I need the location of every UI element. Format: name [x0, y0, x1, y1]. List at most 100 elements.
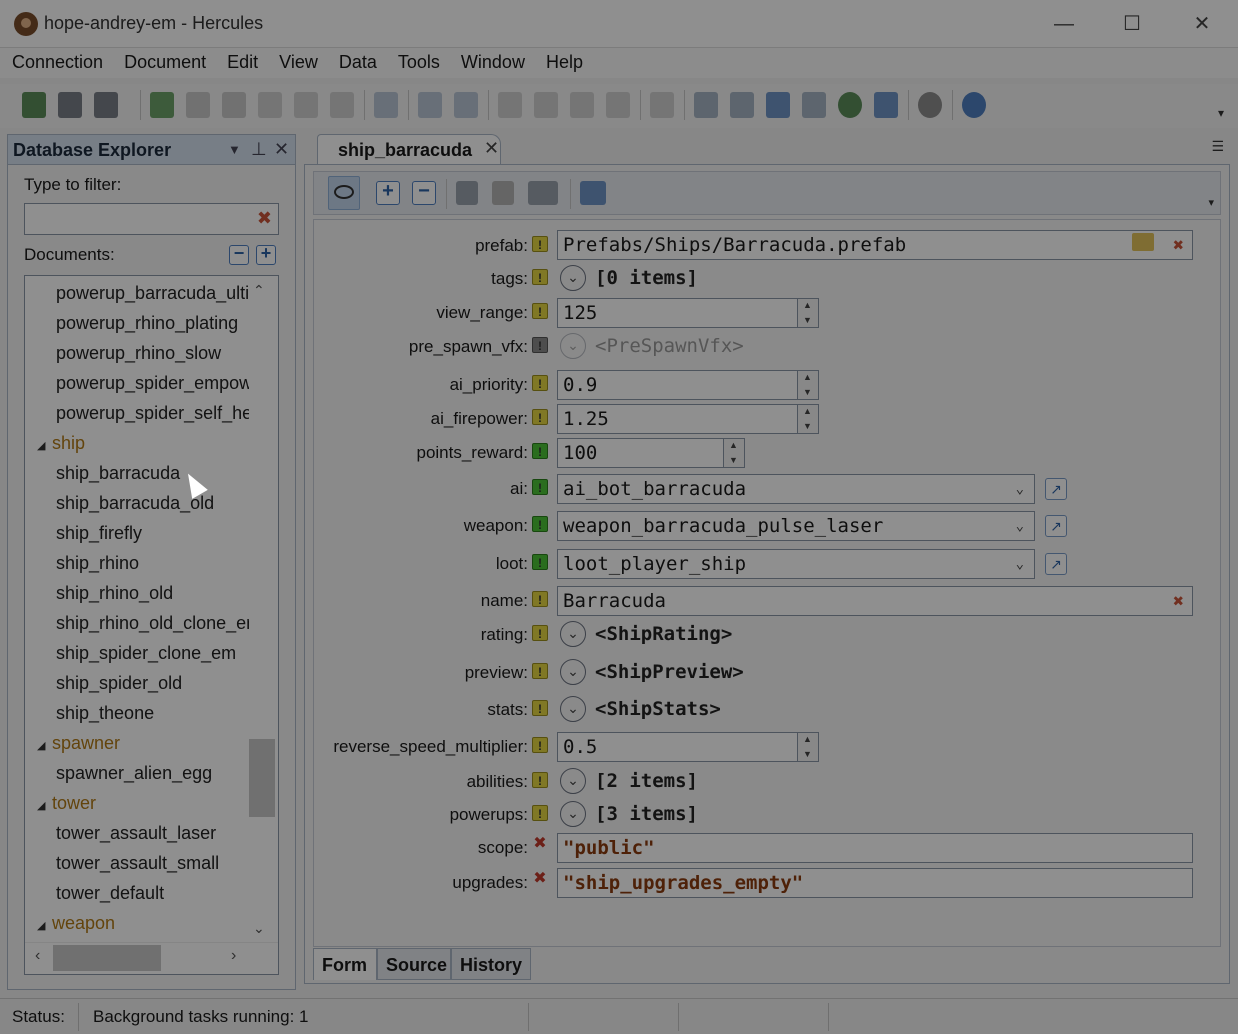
redo-icon[interactable]	[454, 92, 478, 118]
scroll-right-icon[interactable]: ›	[231, 947, 236, 965]
scroll-down-icon[interactable]: ⌄	[253, 920, 265, 937]
database-dropdown-icon[interactable]	[94, 92, 118, 118]
toolbar-overflow-icon[interactable]: ▾	[1218, 106, 1224, 120]
tree-item[interactable]: ship_firefly	[56, 518, 249, 548]
ai-firepower-input[interactable]: 1.25	[557, 404, 798, 434]
paste-icon[interactable]	[570, 92, 594, 118]
tree-item[interactable]: tower_assault_small	[56, 848, 249, 878]
scroll-up-icon[interactable]: ⌃	[253, 282, 265, 299]
menu-help[interactable]: Help	[537, 48, 592, 76]
close-button[interactable]: ✕	[1182, 8, 1222, 40]
collapse-button[interactable]: −	[412, 181, 436, 205]
delete-icon[interactable]	[606, 92, 630, 118]
undo-icon[interactable]	[418, 92, 442, 118]
tree-item[interactable]: ship_rhino	[56, 548, 249, 578]
tab-ship-barracuda[interactable]: ship_barracuda ✕	[317, 134, 501, 166]
clear-filter-icon[interactable]: ✖	[257, 208, 272, 229]
open-link-icon[interactable]: ↗	[1045, 515, 1067, 537]
tree-group-ship[interactable]: ◢ ship	[37, 428, 85, 458]
cut-icon[interactable]	[498, 92, 522, 118]
expand-triangle-icon[interactable]: ◢	[37, 731, 52, 758]
document-move-icon[interactable]	[294, 92, 318, 118]
expand-triangle-icon[interactable]: ◢	[37, 911, 52, 938]
chevron-down-icon[interactable]: ⌄	[560, 768, 586, 794]
scope-field[interactable]: "public"	[557, 833, 1193, 863]
tab-close-icon[interactable]: ✕	[484, 138, 499, 159]
table-icon[interactable]	[766, 92, 790, 118]
menu-document[interactable]: Document	[115, 48, 215, 76]
find-icon[interactable]	[650, 92, 674, 118]
reverse-speed-multiplier-stepper[interactable]	[797, 732, 819, 762]
expand-button[interactable]: +	[376, 181, 400, 205]
tab-form[interactable]: Form	[313, 948, 377, 980]
tree-item[interactable]: powerup_rhino_slow	[56, 338, 249, 368]
loot-select[interactable]: loot_player_ship ⌄	[557, 549, 1035, 579]
menu-edit[interactable]: Edit	[218, 48, 267, 76]
panel-menu-icon[interactable]: ▼	[228, 142, 241, 157]
menu-data[interactable]: Data	[330, 48, 386, 76]
compare-icon[interactable]	[694, 92, 718, 118]
menu-window[interactable]: Window	[452, 48, 534, 76]
menu-view[interactable]: View	[270, 48, 327, 76]
ai-priority-stepper[interactable]	[797, 370, 819, 400]
tree-item[interactable]: ship_theone	[56, 698, 249, 728]
layout-dropdown-icon[interactable]	[528, 181, 558, 205]
reverse-speed-multiplier-input[interactable]: 0.5	[557, 732, 798, 762]
view-range-input[interactable]: 125	[557, 298, 798, 328]
tab-list-icon[interactable]: ☰	[1211, 138, 1224, 155]
filter-input[interactable]: ✖	[24, 203, 279, 235]
view-mode-button[interactable]	[328, 176, 360, 210]
scrollbar-thumb[interactable]	[249, 739, 275, 817]
clear-icon[interactable]: ✖	[1173, 232, 1184, 259]
tree-item[interactable]: tower_assault_laser	[56, 818, 249, 848]
open-link-icon[interactable]: ↗	[1045, 553, 1067, 575]
expand-triangle-icon[interactable]: ◢	[37, 431, 52, 458]
panel-close-icon[interactable]: ✕	[274, 139, 289, 160]
export-icon[interactable]	[874, 92, 898, 118]
chevron-down-icon[interactable]: ⌄	[560, 801, 586, 827]
tree-item[interactable]: ship_rhino_old_clone_en	[56, 608, 249, 638]
view-range-stepper[interactable]	[797, 298, 819, 328]
save-all-icon[interactable]	[222, 92, 246, 118]
tree-group-spawner[interactable]: ◢ spawner	[37, 728, 120, 758]
tree-item[interactable]: ship_spider_clone_em	[56, 638, 249, 668]
refresh-icon[interactable]	[374, 92, 398, 118]
database-icon[interactable]	[58, 92, 82, 118]
open-link-icon[interactable]: ↗	[1045, 478, 1067, 500]
tab-history[interactable]: History	[451, 948, 531, 980]
folder-icon[interactable]	[1132, 233, 1154, 251]
collapse-all-button[interactable]: −	[229, 244, 249, 265]
tree-item[interactable]: powerup_rhino_plating	[56, 308, 249, 338]
tree-group-weapon[interactable]: ◢ weapon	[37, 908, 115, 938]
chevron-down-icon[interactable]: ⌄	[560, 621, 586, 647]
tree-item[interactable]: tower_default	[56, 878, 249, 908]
tree-item[interactable]: powerup_spider_empow	[56, 368, 249, 398]
toolbar-overflow-icon[interactable]: ▾	[1208, 196, 1214, 209]
tree-item[interactable]: ship_rhino_old	[56, 578, 249, 608]
expand-triangle-icon[interactable]: ◢	[37, 791, 52, 818]
ai-priority-input[interactable]: 0.9	[557, 370, 798, 400]
script-icon[interactable]	[802, 92, 826, 118]
chevron-down-icon[interactable]: ⌄	[560, 265, 586, 291]
help-icon[interactable]	[962, 92, 986, 118]
document-copy-icon[interactable]	[258, 92, 282, 118]
minimize-button[interactable]: —	[1044, 8, 1084, 40]
new-document-icon[interactable]	[150, 92, 174, 118]
points-reward-input[interactable]: 100	[557, 438, 724, 468]
tree-item[interactable]: powerup_barracuda_ulti	[56, 278, 249, 308]
add-database-icon[interactable]	[22, 92, 46, 118]
upgrades-field[interactable]: "ship_upgrades_empty"	[557, 868, 1193, 898]
ai-select[interactable]: ai_bot_barracuda ⌄	[557, 474, 1035, 504]
weapon-select[interactable]: weapon_barracuda_pulse_laser ⌄	[557, 511, 1035, 541]
points-reward-stepper[interactable]	[723, 438, 745, 468]
name-input[interactable]: Barracuda ✖	[557, 586, 1193, 616]
menu-tools[interactable]: Tools	[389, 48, 449, 76]
ai-firepower-stepper[interactable]	[797, 404, 819, 434]
binoculars-icon[interactable]	[580, 181, 606, 205]
chevron-down-icon[interactable]: ⌄	[560, 659, 586, 685]
tree-item[interactable]: ship_barracuda	[56, 458, 249, 488]
tree-group-tower[interactable]: ◢ tower	[37, 788, 96, 818]
prefab-field[interactable]: Prefabs/Ships/Barracuda.prefab ✖	[557, 230, 1193, 260]
copy-icon[interactable]	[534, 92, 558, 118]
list-icon[interactable]	[456, 181, 478, 205]
